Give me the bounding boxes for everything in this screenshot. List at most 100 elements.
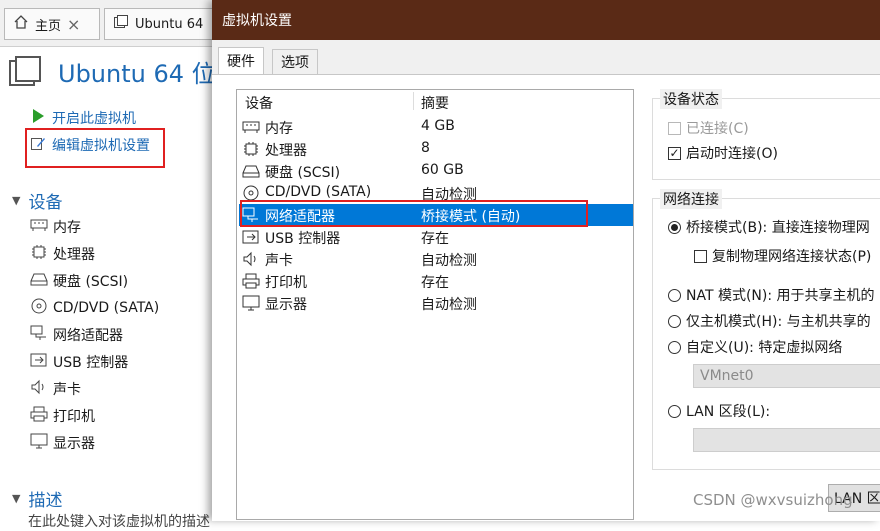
radio-icon [668,404,681,418]
bg-device-label: 网络适配器 [53,328,123,344]
tab-options-label: 选项 [281,55,309,71]
memory-icon [30,218,48,236]
usb-icon [241,229,261,245]
processor-icon [241,141,261,157]
device-name: 内存 [265,121,293,137]
description-text[interactable]: 在此处键入对该虚拟机的描述 [28,511,210,531]
devices-section-header[interactable]: ▼ 设备 [12,188,62,213]
bg-device-label: USB 控制器 [53,355,129,371]
bg-device-label: 硬盘 (SCSI) [53,274,129,290]
device-row-processor[interactable]: 处理器 8 [239,138,633,160]
printer-icon [30,406,48,426]
network-adapter-icon [30,325,48,345]
bg-device-sound[interactable]: 声卡 [30,379,81,399]
tab-options[interactable]: 选项 [272,49,318,74]
dialog-title: 虚拟机设置 [222,13,292,29]
custom-network-select[interactable]: VMnet0 [693,364,880,388]
replicate-state-checkbox[interactable]: 复制物理网络连接状态(P) [694,246,871,266]
checkbox-box [668,121,681,135]
device-list-header: 设备 摘要 [237,90,633,112]
bg-device-label: 处理器 [53,247,95,263]
bg-device-label: 打印机 [53,409,95,425]
bridged-radio[interactable]: 桥接模式(B): 直接连接物理网 [668,217,870,237]
bg-device-cd-dvd[interactable]: CD/DVD (SATA) [30,298,159,318]
device-name: CD/DVD (SATA) [265,184,372,200]
device-row-printer[interactable]: 打印机 存在 [239,270,633,292]
replicate-state-label: 复制物理网络连接状态(P) [712,249,872,265]
device-name: 打印机 [265,275,307,291]
sound-icon [30,379,48,399]
tab-vm[interactable]: Ubuntu 64 [104,8,224,40]
usb-icon [30,352,48,372]
device-status-group [652,98,880,180]
device-summary: 自动检测 [421,253,477,269]
host-only-label: 仅主机模式(H): 与主机共享的 [686,314,871,330]
nat-radio[interactable]: NAT 模式(N): 用于共享主机的 [668,285,875,305]
device-summary: 存在 [421,231,449,247]
tab-home[interactable]: 主页 × [4,8,100,40]
device-row-hard-disk[interactable]: 硬盘 (SCSI) 60 GB [239,160,633,182]
sound-icon [241,251,261,267]
connect-at-power-on-label: 启动时连接(O) [686,146,778,162]
column-header-summary[interactable]: 摘要 [421,93,449,113]
bg-device-hard-disk[interactable]: 硬盘 (SCSI) [30,271,128,291]
dialog-titlebar[interactable]: 虚拟机设置 [212,0,880,40]
lan-segment-radio[interactable]: LAN 区段(L): [668,401,770,421]
bg-device-label: 内存 [53,220,81,236]
display-icon [241,295,261,311]
custom-label: 自定义(U): 特定虚拟网络 [686,340,843,356]
bg-device-usb[interactable]: USB 控制器 [30,352,128,372]
bg-device-display[interactable]: 显示器 [30,433,95,453]
collapse-triangle-icon: ▼ [12,492,21,505]
tab-home-label: 主页 [35,18,62,34]
vm-settings-dialog: 虚拟机设置 硬件 选项 设备 摘要 内存 4 GB 处理器 8 硬盘 (SCSI… [212,0,880,521]
checkmark-icon: ✓ [668,146,681,160]
connect-at-power-on-checkbox[interactable]: ✓ 启动时连接(O) [668,143,778,163]
custom-radio[interactable]: 自定义(U): 特定虚拟网络 [668,337,842,357]
bg-device-network-adapter[interactable]: 网络适配器 [30,325,123,345]
play-icon [30,108,46,128]
watermark: CSDN @wxvsuizhong [693,491,853,509]
hard-disk-icon [241,164,261,178]
close-icon[interactable]: × [67,15,80,34]
device-row-display[interactable]: 显示器 自动检测 [239,292,633,314]
device-name: 显示器 [265,297,307,313]
cd-dvd-icon [241,185,261,201]
bg-device-processor[interactable]: 处理器 [30,244,95,264]
device-row-sound[interactable]: 声卡 自动检测 [239,248,633,270]
tab-hardware[interactable]: 硬件 [218,47,264,74]
bg-device-label: 声卡 [53,382,81,398]
device-name: USB 控制器 [265,231,341,247]
checkbox-box [694,249,707,263]
lan-segment-select[interactable] [693,428,880,452]
device-status-title: 设备状态 [660,89,722,109]
printer-icon [241,273,261,289]
collapse-triangle-icon: ▼ [12,194,21,207]
bg-device-memory[interactable]: 内存 [30,217,81,237]
description-section-header[interactable]: ▼ 描述 [12,486,62,511]
bridged-label: 桥接模式(B): 直接连接物理网 [686,220,870,236]
column-divider[interactable] [413,92,414,110]
device-name: 声卡 [265,253,293,269]
radio-icon [668,314,681,328]
memory-icon [241,120,261,134]
device-name: 处理器 [265,143,307,159]
network-connection-title: 网络连接 [660,189,722,209]
start-vm-label: 开启此虚拟机 [52,111,136,127]
display-icon [30,433,48,453]
bg-device-label: 显示器 [53,436,95,452]
column-header-device[interactable]: 设备 [245,93,273,113]
device-name: 硬盘 (SCSI) [265,165,341,181]
bg-device-printer[interactable]: 打印机 [30,406,95,426]
devices-section-label: 设备 [28,193,63,213]
connected-checkbox[interactable]: 已连接(C) [668,118,749,138]
device-list[interactable]: 设备 摘要 内存 4 GB 处理器 8 硬盘 (SCSI) 60 GB CD/D… [236,89,634,520]
host-only-radio[interactable]: 仅主机模式(H): 与主机共享的 [668,311,871,331]
device-row-usb[interactable]: USB 控制器 存在 [239,226,633,248]
vm-icon [113,14,129,34]
start-vm-link[interactable]: 开启此虚拟机 [30,108,136,128]
vm-large-icon [8,55,41,86]
hard-disk-icon [30,272,48,290]
device-row-memory[interactable]: 内存 4 GB [239,116,633,138]
device-summary: 60 GB [421,162,464,178]
